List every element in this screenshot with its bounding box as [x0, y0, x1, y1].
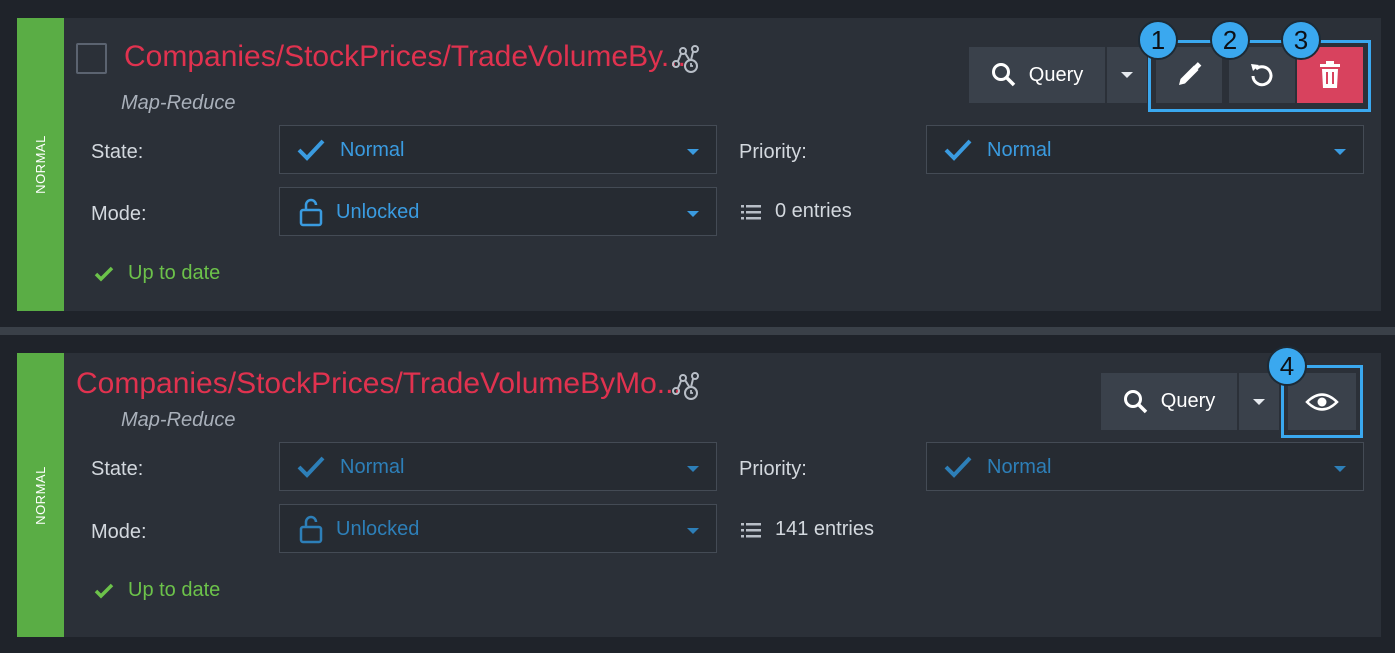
index-title-link[interactable]: Companies/StockPrices/TradeVolumeBy... — [124, 40, 686, 74]
index-state-strip: NORMAL — [17, 353, 64, 637]
index-type: Map-Reduce — [121, 92, 236, 114]
chevron-down-icon — [687, 211, 699, 217]
state-dropdown[interactable]: Normal — [279, 125, 717, 174]
panel-divider — [0, 327, 1395, 335]
entries-count: 141 entries — [741, 518, 874, 541]
entries-text: 141 entries — [775, 518, 874, 540]
mode-value: Unlocked — [336, 518, 420, 540]
chevron-down-icon — [687, 466, 699, 472]
chevron-down-icon — [1121, 72, 1133, 78]
query-button[interactable]: Query — [969, 47, 1105, 103]
unlock-icon — [299, 515, 323, 544]
chevron-down-icon — [1253, 398, 1265, 405]
mode-value: Unlocked — [336, 201, 420, 223]
chevron-down-icon — [1334, 149, 1346, 155]
index-title-link[interactable]: Companies/StockPrices/TradeVolumeByMo... — [76, 367, 682, 401]
status-indicator: Up to date — [94, 262, 220, 285]
chevron-down-icon — [687, 528, 699, 534]
priority-dropdown[interactable]: Normal — [926, 125, 1364, 174]
priority-value: Normal — [987, 456, 1052, 478]
list-icon — [741, 522, 761, 537]
index-panel: NORMAL Companies/StockPrices/TradeVolume… — [17, 353, 1381, 637]
entries-text: 0 entries — [775, 200, 852, 222]
priority-value: Normal — [987, 139, 1052, 161]
index-state-strip: NORMAL — [17, 18, 64, 311]
unlock-icon — [299, 198, 323, 227]
query-label: Query — [1028, 63, 1084, 86]
map-reduce-icon — [672, 372, 699, 400]
status-text: Up to date — [128, 262, 221, 284]
list-icon — [741, 204, 761, 219]
callout-badge-3: 3 — [1281, 20, 1321, 60]
chevron-down-icon — [687, 149, 699, 155]
query-label: Query — [1160, 390, 1216, 412]
search-icon — [991, 63, 1016, 87]
checkmark-icon — [944, 456, 972, 478]
state-label: State: — [91, 141, 144, 163]
mode-dropdown[interactable]: Unlocked — [279, 504, 717, 553]
query-button[interactable]: Query — [1101, 373, 1237, 430]
checkmark-icon — [297, 139, 325, 161]
state-label: State: — [91, 458, 144, 480]
index-state-strip-label: NORMAL — [33, 135, 48, 194]
callout-badge-1: 1 — [1138, 20, 1178, 60]
mode-label: Mode: — [91, 521, 147, 543]
status-indicator: Up to date — [94, 579, 220, 602]
mode-label: Mode: — [91, 203, 147, 225]
status-text: Up to date — [128, 579, 221, 601]
index-state-strip-label: NORMAL — [33, 465, 48, 525]
priority-label: Priority: — [739, 141, 807, 163]
state-value: Normal — [340, 456, 405, 478]
select-index-checkbox[interactable] — [76, 43, 107, 74]
state-dropdown[interactable]: Normal — [279, 442, 717, 491]
mode-dropdown[interactable]: Unlocked — [279, 187, 717, 236]
checkmark-icon — [944, 139, 972, 161]
state-value: Normal — [340, 139, 405, 161]
check-icon — [94, 583, 114, 598]
priority-label: Priority: — [739, 458, 807, 480]
check-icon — [94, 266, 114, 281]
checkmark-icon — [297, 456, 325, 478]
map-reduce-icon — [672, 45, 699, 73]
callout-badge-4: 4 — [1267, 346, 1307, 386]
search-icon — [1123, 389, 1148, 413]
query-dropdown-button[interactable] — [1239, 373, 1279, 430]
callout-box-actions — [1148, 40, 1371, 112]
priority-dropdown[interactable]: Normal — [926, 442, 1364, 491]
chevron-down-icon — [1334, 466, 1346, 472]
callout-badge-2: 2 — [1210, 20, 1250, 60]
query-dropdown-button[interactable] — [1107, 47, 1147, 103]
index-type: Map-Reduce — [121, 409, 236, 431]
entries-count: 0 entries — [741, 200, 852, 223]
